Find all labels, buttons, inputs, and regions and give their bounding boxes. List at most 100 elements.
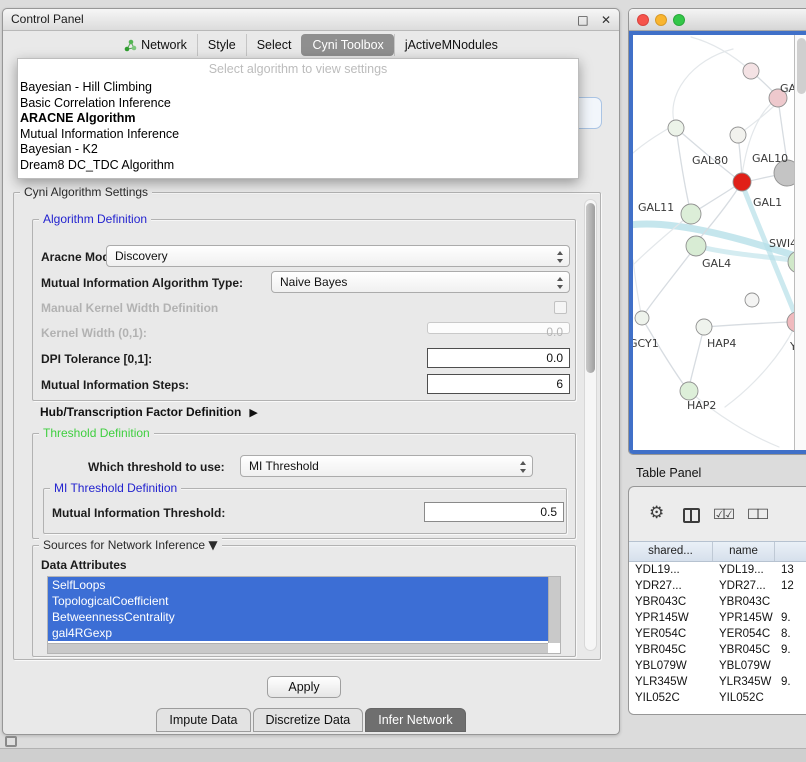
column-header-name[interactable]: name [713, 542, 775, 561]
columns-icon[interactable] [683, 508, 700, 523]
attribute-item-topologicalcoefficient[interactable]: TopologicalCoefficient [48, 593, 548, 609]
node-label: GAL80 [692, 154, 728, 167]
network-scrollbar-thumb[interactable] [797, 38, 806, 94]
tab-infer-network[interactable]: Infer Network [365, 708, 465, 732]
algorithm-option-bayesian-hill-climbing[interactable]: Bayesian - Hill Climbing [18, 80, 578, 96]
settings-scrollbar-thumb[interactable] [586, 203, 595, 373]
network-node[interactable] [787, 312, 794, 332]
tab-network[interactable]: Network [114, 34, 197, 56]
gear-icon[interactable]: ⚙ [649, 503, 664, 523]
network-node[interactable] [635, 311, 649, 325]
node-label: GAL10 [752, 152, 788, 165]
table-cell: YDL19... [713, 562, 775, 578]
network-canvas-svg[interactable]: GAL8GAL80GAL10GAL11GAL1SWI4GAL4GCY1HAP4H… [633, 35, 794, 450]
tab-impute-data[interactable]: Impute Data [156, 708, 250, 732]
mac-close-button[interactable] [637, 14, 649, 26]
network-node[interactable] [745, 293, 759, 307]
algorithm-option-aracne-algorithm[interactable]: ARACNE Algorithm [18, 111, 578, 127]
control-panel-window: Control Panel □ ✕ NetworkStyleSelectCyni… [2, 8, 620, 735]
network-view-window: GAL8GAL80GAL10GAL11GAL1SWI4GAL4GCY1HAP4H… [628, 8, 806, 455]
network-node[interactable] [733, 173, 751, 191]
manual-kernel-checkbox [554, 301, 567, 314]
network-node[interactable] [743, 63, 759, 79]
aracne-mode-select[interactable]: Discovery [106, 245, 570, 267]
network-node[interactable] [681, 204, 701, 224]
settings-scrollbar[interactable] [584, 199, 597, 651]
combo-arrows-icon [520, 460, 527, 474]
attribute-item-betweennesscentrality[interactable]: BetweennessCentrality [48, 609, 548, 625]
attribute-item-gal4rgexp[interactable]: gal4RGexp [48, 625, 548, 641]
tab-style[interactable]: Style [197, 34, 246, 56]
table-row[interactable]: YBR043CYBR043C [629, 594, 806, 610]
table-row[interactable]: YDL19...YDL19...13 [629, 562, 806, 578]
column-header-extra[interactable] [775, 542, 806, 561]
dpi-tolerance-label: DPI Tolerance [0,1]: [41, 352, 152, 366]
network-edge[interactable] [645, 246, 696, 313]
window-title: Control Panel [11, 12, 84, 26]
network-edge[interactable] [691, 37, 751, 71]
close-icon[interactable]: ✕ [601, 13, 611, 27]
network-view-frame: GAL8GAL80GAL10GAL11GAL1SWI4GAL4GCY1HAP4H… [629, 31, 806, 454]
tab-jactivemnodules[interactable]: jActiveMNodules [394, 34, 508, 56]
tab-cyni-toolbox[interactable]: Cyni Toolbox [301, 34, 393, 56]
table-cell: YBR045C [713, 642, 775, 658]
table-row[interactable]: YPR145WYPR145W9. [629, 610, 806, 626]
network-edge[interactable] [633, 260, 642, 318]
table-cell: YDR27... [713, 578, 775, 594]
network-edge[interactable] [690, 327, 704, 383]
algorithm-option-bayesian-k2[interactable]: Bayesian - K2 [18, 142, 578, 158]
network-node[interactable] [680, 382, 698, 400]
mac-minimize-button[interactable] [655, 14, 667, 26]
network-edge[interactable] [700, 182, 742, 238]
algorithm-option-mutual-information-inference[interactable]: Mutual Information Inference [18, 127, 578, 143]
network-edge[interactable] [633, 128, 669, 153]
algorithm-dropdown-list: Bayesian - Hill ClimbingBasic Correlatio… [18, 80, 578, 173]
table-row[interactable]: YER054CYER054C8. [629, 626, 806, 642]
network-node[interactable] [668, 120, 684, 136]
list-horizontal-scrollbar[interactable] [48, 643, 548, 653]
column-header-shared-[interactable]: shared... [629, 542, 713, 561]
network-edge[interactable] [673, 49, 733, 128]
which-threshold-select[interactable]: MI Threshold [240, 455, 533, 477]
network-node[interactable] [686, 236, 706, 256]
table-cell: YBL079W [713, 658, 775, 674]
table-body: YDL19...YDL19...13YDR27...YDR27...12YBR0… [629, 562, 806, 714]
table-row[interactable]: YIL052CYIL052C [629, 690, 806, 706]
panel-dock-icon[interactable] [5, 736, 17, 747]
network-edge[interactable] [676, 128, 736, 178]
apply-button[interactable]: Apply [267, 676, 341, 698]
network-edge[interactable] [725, 322, 794, 407]
attribute-item-selfloops[interactable]: SelfLoops [48, 577, 548, 593]
network-vertical-scrollbar[interactable] [794, 35, 806, 450]
list-vertical-scrollbar[interactable] [548, 577, 560, 643]
table-row[interactable]: YDR27...YDR27...12 [629, 578, 806, 594]
sources-group-title[interactable]: Sources for Network Inference ▼ [39, 538, 222, 553]
mi-steps-label: Mutual Information Steps: [41, 378, 189, 392]
tab-discretize-data[interactable]: Discretize Data [253, 708, 364, 732]
float-window-icon[interactable]: □ [577, 13, 588, 27]
table-row[interactable]: YBR045CYBR045C9. [629, 642, 806, 658]
network-edge[interactable] [676, 128, 689, 205]
algorithm-option-basic-correlation-inference[interactable]: Basic Correlation Inference [18, 96, 578, 112]
table-row[interactable]: YBL079WYBL079W [629, 658, 806, 674]
network-canvas[interactable]: GAL8GAL80GAL10GAL11GAL1SWI4GAL4GCY1HAP4H… [633, 35, 794, 450]
hub-definition-expander[interactable]: Hub/Transcription Factor Definition▶ [40, 405, 258, 419]
network-edge[interactable] [642, 318, 684, 385]
network-node[interactable] [696, 319, 712, 335]
network-node[interactable] [730, 127, 746, 143]
mi-steps-field[interactable]: 6 [427, 374, 570, 394]
mi-algorithm-type-select[interactable]: Naive Bayes [271, 271, 570, 293]
threshold-definition-group: Threshold Definition Which threshold to … [32, 433, 576, 539]
dpi-tolerance-field[interactable]: 0.0 [427, 348, 570, 368]
mac-zoom-button[interactable] [673, 14, 685, 26]
table-cell [775, 690, 806, 706]
algorithm-option-dream8-dc-tdc-algorithm[interactable]: Dream8 DC_TDC Algorithm [18, 158, 578, 174]
mi-threshold-field[interactable]: 0.5 [424, 502, 564, 522]
table-row[interactable]: YLR345WYLR345W9. [629, 674, 806, 690]
select-all-columns-icon[interactable]: ☑☑ [713, 507, 732, 523]
deselect-all-columns-icon[interactable]: ☐☐ [747, 507, 766, 523]
tab-select[interactable]: Select [246, 34, 302, 56]
network-edge[interactable] [704, 322, 788, 327]
table-cell: YER054C [713, 626, 775, 642]
table-panel-window: ⚙ ☑☑ ☐☐ shared...name YDL19...YDL19...13… [628, 486, 806, 715]
